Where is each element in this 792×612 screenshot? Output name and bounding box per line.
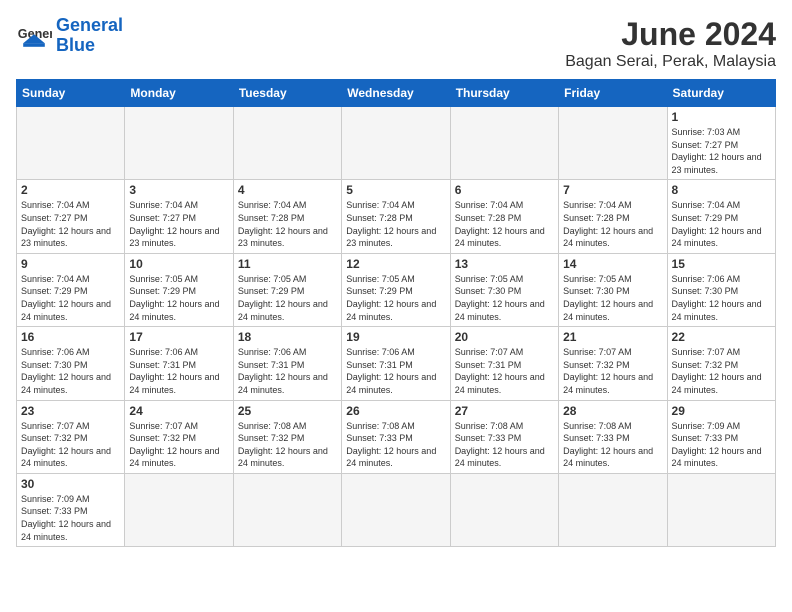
day-27: 27 Sunrise: 7:08 AMSunset: 7:33 PMDaylig… <box>450 400 558 473</box>
day-24: 24 Sunrise: 7:07 AMSunset: 7:32 PMDaylig… <box>125 400 233 473</box>
day-22: 22 Sunrise: 7:07 AMSunset: 7:32 PMDaylig… <box>667 327 775 400</box>
day-3: 3 Sunrise: 7:04 AMSunset: 7:27 PMDayligh… <box>125 180 233 253</box>
day-12: 12 Sunrise: 7:05 AMSunset: 7:29 PMDaylig… <box>342 253 450 326</box>
empty-cell <box>233 107 341 180</box>
header-tuesday: Tuesday <box>233 80 341 107</box>
header-friday: Friday <box>559 80 667 107</box>
day-13: 13 Sunrise: 7:05 AMSunset: 7:30 PMDaylig… <box>450 253 558 326</box>
weekday-header-row: Sunday Monday Tuesday Wednesday Thursday… <box>17 80 776 107</box>
day-1: 1 Sunrise: 7:03 AMSunset: 7:27 PMDayligh… <box>667 107 775 180</box>
empty-cell <box>559 473 667 546</box>
table-row: 30 Sunrise: 7:09 AMSunset: 7:33 PMDaylig… <box>17 473 776 546</box>
day-5: 5 Sunrise: 7:04 AMSunset: 7:28 PMDayligh… <box>342 180 450 253</box>
day-19: 19 Sunrise: 7:06 AMSunset: 7:31 PMDaylig… <box>342 327 450 400</box>
day-21: 21 Sunrise: 7:07 AMSunset: 7:32 PMDaylig… <box>559 327 667 400</box>
empty-cell <box>342 107 450 180</box>
calendar-subtitle: Bagan Serai, Perak, Malaysia <box>565 53 776 71</box>
table-row: 16 Sunrise: 7:06 AMSunset: 7:30 PMDaylig… <box>17 327 776 400</box>
day-8: 8 Sunrise: 7:04 AMSunset: 7:29 PMDayligh… <box>667 180 775 253</box>
table-row: 1 Sunrise: 7:03 AMSunset: 7:27 PMDayligh… <box>17 107 776 180</box>
empty-cell <box>450 107 558 180</box>
day-23: 23 Sunrise: 7:07 AMSunset: 7:32 PMDaylig… <box>17 400 125 473</box>
day-10: 10 Sunrise: 7:05 AMSunset: 7:29 PMDaylig… <box>125 253 233 326</box>
header-saturday: Saturday <box>667 80 775 107</box>
day-26: 26 Sunrise: 7:08 AMSunset: 7:33 PMDaylig… <box>342 400 450 473</box>
day-2: 2 Sunrise: 7:04 AMSunset: 7:27 PMDayligh… <box>17 180 125 253</box>
day-14: 14 Sunrise: 7:05 AMSunset: 7:30 PMDaylig… <box>559 253 667 326</box>
calendar-table: Sunday Monday Tuesday Wednesday Thursday… <box>16 79 776 547</box>
day-20: 20 Sunrise: 7:07 AMSunset: 7:31 PMDaylig… <box>450 327 558 400</box>
day-25: 25 Sunrise: 7:08 AMSunset: 7:32 PMDaylig… <box>233 400 341 473</box>
table-row: 9 Sunrise: 7:04 AMSunset: 7:29 PMDayligh… <box>17 253 776 326</box>
empty-cell <box>667 473 775 546</box>
empty-cell <box>233 473 341 546</box>
logo-text: General Blue <box>56 16 123 56</box>
day-6: 6 Sunrise: 7:04 AMSunset: 7:28 PMDayligh… <box>450 180 558 253</box>
logo-icon: General <box>16 18 52 54</box>
day-4: 4 Sunrise: 7:04 AMSunset: 7:28 PMDayligh… <box>233 180 341 253</box>
empty-cell <box>559 107 667 180</box>
empty-cell <box>125 473 233 546</box>
day-17: 17 Sunrise: 7:06 AMSunset: 7:31 PMDaylig… <box>125 327 233 400</box>
empty-cell <box>17 107 125 180</box>
day-18: 18 Sunrise: 7:06 AMSunset: 7:31 PMDaylig… <box>233 327 341 400</box>
header-monday: Monday <box>125 80 233 107</box>
day-7: 7 Sunrise: 7:04 AMSunset: 7:28 PMDayligh… <box>559 180 667 253</box>
empty-cell <box>342 473 450 546</box>
day-number: 1 <box>672 110 771 124</box>
title-area: June 2024 Bagan Serai, Perak, Malaysia <box>565 16 776 71</box>
header-sunday: Sunday <box>17 80 125 107</box>
logo-blue: Blue <box>56 36 123 56</box>
day-9: 9 Sunrise: 7:04 AMSunset: 7:29 PMDayligh… <box>17 253 125 326</box>
logo: General General Blue <box>16 16 123 56</box>
day-29: 29 Sunrise: 7:09 AMSunset: 7:33 PMDaylig… <box>667 400 775 473</box>
logo-general: General <box>56 15 123 35</box>
calendar-title: June 2024 <box>565 16 776 53</box>
day-28: 28 Sunrise: 7:08 AMSunset: 7:33 PMDaylig… <box>559 400 667 473</box>
day-info: Sunrise: 7:03 AMSunset: 7:27 PMDaylight:… <box>672 126 771 176</box>
day-11: 11 Sunrise: 7:05 AMSunset: 7:29 PMDaylig… <box>233 253 341 326</box>
empty-cell <box>125 107 233 180</box>
page-header: General General Blue June 2024 Bagan Ser… <box>16 16 776 71</box>
day-15: 15 Sunrise: 7:06 AMSunset: 7:30 PMDaylig… <box>667 253 775 326</box>
header-wednesday: Wednesday <box>342 80 450 107</box>
table-row: 23 Sunrise: 7:07 AMSunset: 7:32 PMDaylig… <box>17 400 776 473</box>
table-row: 2 Sunrise: 7:04 AMSunset: 7:27 PMDayligh… <box>17 180 776 253</box>
empty-cell <box>450 473 558 546</box>
day-30: 30 Sunrise: 7:09 AMSunset: 7:33 PMDaylig… <box>17 473 125 546</box>
header-thursday: Thursday <box>450 80 558 107</box>
day-16: 16 Sunrise: 7:06 AMSunset: 7:30 PMDaylig… <box>17 327 125 400</box>
